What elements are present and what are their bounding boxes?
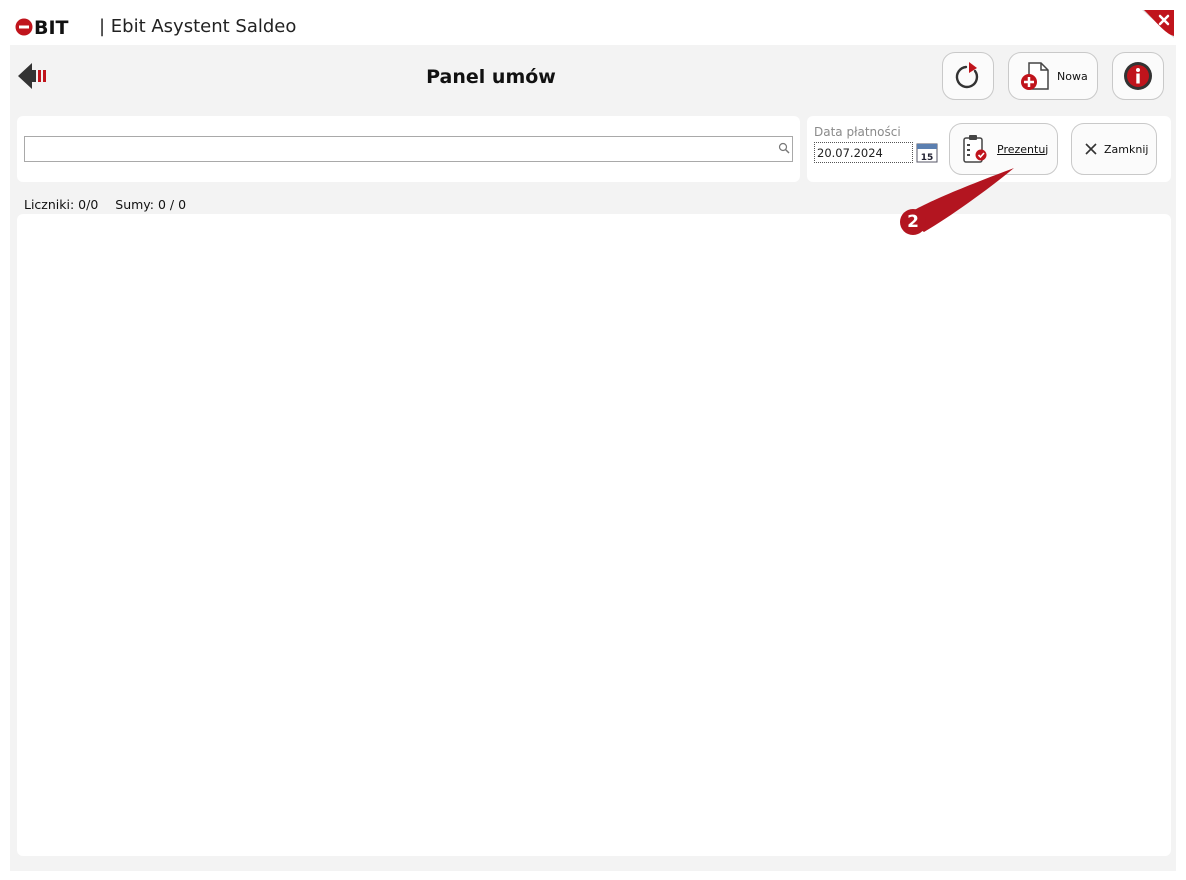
clipboard-check-icon xyxy=(963,135,987,163)
sums-text: Sumy: 0 / 0 xyxy=(115,197,187,212)
contracts-grid[interactable] xyxy=(17,214,1171,856)
window-close-icon[interactable] xyxy=(1140,8,1176,40)
status-line: Liczniki: 0/0 Sumy: 0 / 0 xyxy=(24,197,199,212)
app-title: | Ebit Asystent Saldeo xyxy=(99,16,297,37)
calendar-day: 15 xyxy=(921,153,934,163)
close-button-label: Zamknij xyxy=(1104,142,1149,156)
date-label: Data płatności xyxy=(814,125,901,139)
search-input[interactable] xyxy=(24,136,793,162)
new-button-label: Nowa xyxy=(1057,69,1088,83)
ebit-logo: BIT xyxy=(15,17,92,37)
new-document-icon xyxy=(1021,62,1049,90)
search-icon[interactable] xyxy=(778,142,790,154)
present-button-label: Prezentuj xyxy=(997,142,1049,156)
info-icon xyxy=(1124,62,1152,90)
close-icon xyxy=(1085,143,1097,155)
calendar-icon[interactable]: 15 xyxy=(915,142,939,164)
search-card xyxy=(17,116,800,182)
page-title: Panel umów xyxy=(426,66,556,88)
counters-text: Liczniki: 0/0 xyxy=(24,197,99,212)
callout-step-number: 2 xyxy=(907,212,919,232)
close-button[interactable]: Zamknij xyxy=(1071,123,1157,175)
title-bar: BIT | Ebit Asystent Saldeo xyxy=(0,0,1186,45)
new-button[interactable]: Nowa xyxy=(1008,52,1098,100)
logo-text: BIT xyxy=(34,17,69,37)
info-button[interactable] xyxy=(1112,52,1164,100)
refresh-button[interactable] xyxy=(942,52,994,100)
refresh-icon xyxy=(955,62,979,89)
date-field[interactable] xyxy=(814,142,913,163)
